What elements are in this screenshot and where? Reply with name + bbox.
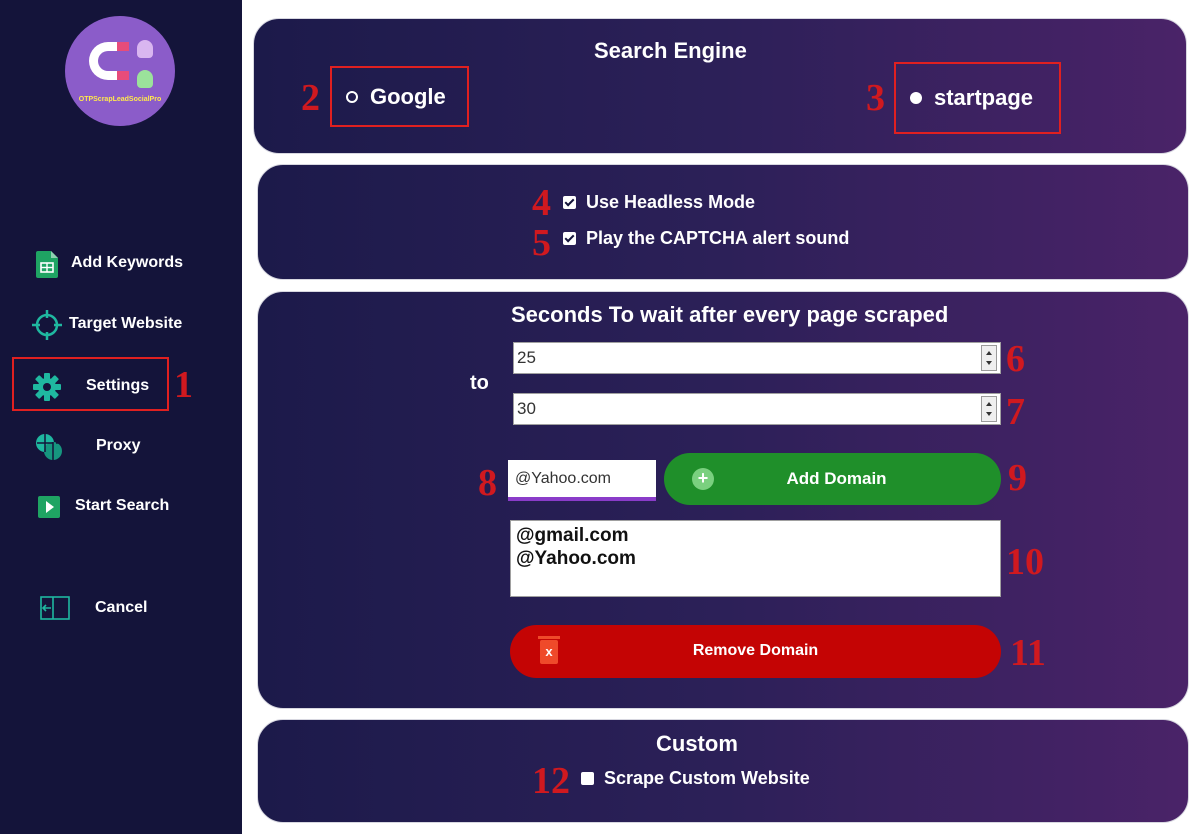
person-icon (137, 40, 153, 58)
sidebar-item-label: Settings (86, 377, 150, 394)
scrape-custom-checkbox[interactable]: Scrape Custom Website (581, 768, 810, 789)
annotation-8: 8 (478, 462, 497, 504)
search-engine-title: Search Engine (594, 38, 747, 63)
wait-from-value: 25 (517, 348, 536, 367)
list-item[interactable]: @Yahoo.com (511, 547, 1000, 570)
annotation-3: 3 (866, 77, 885, 119)
gear-icon (33, 373, 61, 401)
magnet-tip-bottom (117, 71, 129, 80)
number-spinner[interactable] (981, 396, 997, 422)
radio-indicator (346, 90, 358, 103)
crosshair-icon (32, 310, 62, 340)
radio-indicator (910, 92, 922, 104)
cancel-button[interactable]: Cancel (14, 583, 234, 633)
startpage-radio[interactable]: startpage (894, 62, 1061, 134)
sidebar-item-label: Proxy (96, 437, 141, 454)
globe-icon (36, 434, 62, 460)
startpage-label: startpage (934, 85, 1034, 110)
number-spinner[interactable] (981, 345, 997, 371)
app-logo: OTPScrapLeadSocialPro (65, 16, 175, 126)
sidebar-item-target-website[interactable]: Target Website (14, 300, 234, 350)
domain-list[interactable]: @gmail.com @Yahoo.com (510, 520, 1001, 597)
wait-title: Seconds To wait after every page scraped (511, 302, 949, 327)
captcha-sound-label: Play the CAPTCHA alert sound (586, 228, 850, 248)
sheet-icon (36, 251, 58, 278)
sidebar-item-label: Start Search (75, 497, 170, 514)
sidebar-item-start-search[interactable]: Start Search (14, 481, 234, 531)
annotation-6: 6 (1006, 338, 1025, 380)
scrape-custom-label: Scrape Custom Website (604, 768, 810, 788)
sidebar-item-label: Add Keywords (71, 254, 184, 271)
captcha-sound-checkbox[interactable]: Play the CAPTCHA alert sound (563, 228, 849, 249)
google-radio[interactable]: Google (330, 66, 469, 127)
sidebar-item-label: Target Website (69, 315, 183, 332)
logo-text: OTPScrapLeadSocialPro (78, 96, 162, 103)
spin-down-icon (986, 412, 992, 416)
add-domain-button[interactable]: + Add Domain (664, 453, 1001, 505)
to-label: to (470, 372, 489, 394)
sidebar-item-proxy[interactable]: Proxy (14, 422, 234, 472)
headless-mode-checkbox[interactable]: Use Headless Mode (563, 192, 755, 213)
annotation-12: 12 (532, 760, 570, 802)
annotation-9: 9 (1008, 457, 1027, 499)
remove-domain-button[interactable]: x Remove Domain (510, 625, 1001, 678)
sidebar-item-settings[interactable]: Settings (12, 357, 169, 411)
checkbox-indicator (563, 232, 576, 245)
play-icon (38, 496, 60, 518)
annotation-2: 2 (301, 77, 320, 119)
spin-down-icon (986, 361, 992, 365)
checkbox-indicator (563, 196, 576, 209)
spin-up-icon (986, 402, 992, 406)
annotation-7: 7 (1006, 391, 1025, 433)
wait-from-input[interactable]: 25 (513, 342, 1001, 374)
sidebar-item-add-keywords[interactable]: Add Keywords (14, 239, 234, 289)
custom-title: Custom (656, 731, 738, 756)
annotation-5: 5 (532, 222, 551, 264)
app-window: OTPScrapLeadSocialPro Add Keywords Targe… (0, 0, 1198, 834)
headless-mode-label: Use Headless Mode (586, 192, 756, 212)
person-icon (137, 70, 153, 88)
sidebar: OTPScrapLeadSocialPro Add Keywords Targe… (0, 0, 242, 834)
add-domain-label: Add Domain (786, 469, 887, 488)
wait-to-input[interactable]: 30 (513, 393, 1001, 425)
list-item[interactable]: @gmail.com (511, 524, 1000, 547)
sidebar-item-label: Cancel (95, 599, 148, 616)
spin-up-icon (986, 351, 992, 355)
domain-input[interactable]: @Yahoo.com (508, 460, 656, 501)
magnet-tip-top (117, 42, 129, 51)
domain-input-value: @Yahoo.com (515, 470, 611, 487)
checkbox-indicator (581, 772, 594, 785)
google-label: Google (370, 83, 446, 109)
exit-icon (40, 596, 70, 620)
annotation-10: 10 (1006, 541, 1044, 583)
wait-to-value: 30 (517, 399, 536, 418)
annotation-4: 4 (532, 182, 551, 224)
options-panel (257, 164, 1189, 280)
annotation-1: 1 (174, 364, 193, 406)
annotation-11: 11 (1010, 632, 1046, 674)
remove-domain-label: Remove Domain (692, 642, 819, 659)
